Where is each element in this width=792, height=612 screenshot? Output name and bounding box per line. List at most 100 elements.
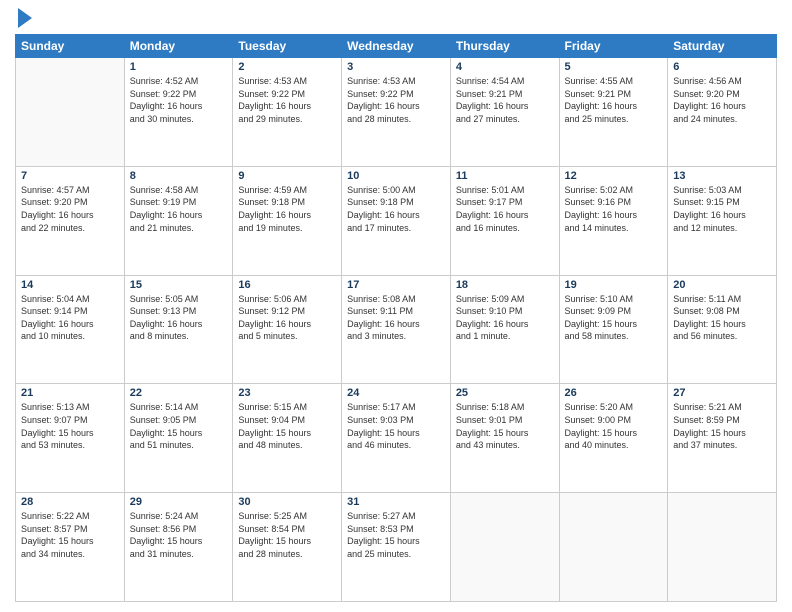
- day-info: Sunrise: 5:14 AM Sunset: 9:05 PM Dayligh…: [130, 401, 228, 451]
- calendar-cell: 12 Sunrise: 5:02 AM Sunset: 9:16 PM Dayli…: [559, 166, 668, 275]
- day-number: 24: [347, 387, 445, 399]
- calendar-cell: 30 Sunrise: 5:25 AM Sunset: 8:54 PM Dayli…: [233, 493, 342, 602]
- day-header: Tuesday: [233, 35, 342, 58]
- calendar-cell: 31Sunrise: 5:27 AM Sunset: 8:53 PM Dayli…: [342, 493, 451, 602]
- calendar-cell: [559, 493, 668, 602]
- day-info: Sunrise: 5:25 AM Sunset: 8:54 PM Dayligh…: [238, 510, 336, 560]
- calendar-table: SundayMondayTuesdayWednesdayThursdayFrid…: [15, 34, 777, 602]
- day-number: 7: [21, 170, 119, 182]
- day-header: Sunday: [16, 35, 125, 58]
- day-info: Sunrise: 4:57 AM Sunset: 9:20 PM Dayligh…: [21, 184, 119, 234]
- day-number: 16: [238, 279, 336, 291]
- day-header: Monday: [124, 35, 233, 58]
- day-number: 26: [565, 387, 663, 399]
- calendar-cell: 4 Sunrise: 4:54 AM Sunset: 9:21 PM Daylig…: [450, 58, 559, 167]
- day-info: Sunrise: 4:55 AM Sunset: 9:21 PM Dayligh…: [565, 75, 663, 125]
- calendar-cell: 9 Sunrise: 4:59 AM Sunset: 9:18 PM Daylig…: [233, 166, 342, 275]
- day-number: 8: [130, 170, 228, 182]
- calendar-cell: 3 Sunrise: 4:53 AM Sunset: 9:22 PM Daylig…: [342, 58, 451, 167]
- calendar-cell: 1 Sunrise: 4:52 AM Sunset: 9:22 PM Daylig…: [124, 58, 233, 167]
- day-number: 4: [456, 61, 554, 73]
- day-number: 17: [347, 279, 445, 291]
- day-number: 2: [238, 61, 336, 73]
- calendar-cell: 25Sunrise: 5:18 AM Sunset: 9:01 PM Dayli…: [450, 384, 559, 493]
- header-row: SundayMondayTuesdayWednesdayThursdayFrid…: [16, 35, 777, 58]
- day-info: Sunrise: 5:17 AM Sunset: 9:03 PM Dayligh…: [347, 401, 445, 451]
- page: SundayMondayTuesdayWednesdayThursdayFrid…: [0, 0, 792, 612]
- day-info: Sunrise: 5:06 AM Sunset: 9:12 PM Dayligh…: [238, 293, 336, 343]
- day-info: Sunrise: 5:02 AM Sunset: 9:16 PM Dayligh…: [565, 184, 663, 234]
- logo: [15, 10, 32, 28]
- day-number: 23: [238, 387, 336, 399]
- day-number: 1: [130, 61, 228, 73]
- day-number: 15: [130, 279, 228, 291]
- day-number: 18: [456, 279, 554, 291]
- calendar-cell: 23 Sunrise: 5:15 AM Sunset: 9:04 PM Dayli…: [233, 384, 342, 493]
- day-info: Sunrise: 5:21 AM Sunset: 8:59 PM Dayligh…: [673, 401, 771, 451]
- calendar-cell: [668, 493, 777, 602]
- day-number: 13: [673, 170, 771, 182]
- day-info: Sunrise: 5:13 AM Sunset: 9:07 PM Dayligh…: [21, 401, 119, 451]
- calendar-cell: [450, 493, 559, 602]
- day-number: 5: [565, 61, 663, 73]
- day-header: Wednesday: [342, 35, 451, 58]
- calendar-week-row: 21 Sunrise: 5:13 AM Sunset: 9:07 PM Dayli…: [16, 384, 777, 493]
- day-number: 29: [130, 496, 228, 508]
- calendar-cell: 14Sunrise: 5:04 AM Sunset: 9:14 PM Dayli…: [16, 275, 125, 384]
- calendar-cell: 27 Sunrise: 5:21 AM Sunset: 8:59 PM Dayli…: [668, 384, 777, 493]
- calendar-cell: 7 Sunrise: 4:57 AM Sunset: 9:20 PM Daylig…: [16, 166, 125, 275]
- day-info: Sunrise: 4:58 AM Sunset: 9:19 PM Dayligh…: [130, 184, 228, 234]
- calendar-cell: [16, 58, 125, 167]
- day-number: 21: [21, 387, 119, 399]
- day-info: Sunrise: 5:01 AM Sunset: 9:17 PM Dayligh…: [456, 184, 554, 234]
- day-info: Sunrise: 5:08 AM Sunset: 9:11 PM Dayligh…: [347, 293, 445, 343]
- day-info: Sunrise: 4:56 AM Sunset: 9:20 PM Dayligh…: [673, 75, 771, 125]
- day-number: 27: [673, 387, 771, 399]
- day-info: Sunrise: 4:59 AM Sunset: 9:18 PM Dayligh…: [238, 184, 336, 234]
- day-info: Sunrise: 4:52 AM Sunset: 9:22 PM Dayligh…: [130, 75, 228, 125]
- day-info: Sunrise: 5:22 AM Sunset: 8:57 PM Dayligh…: [21, 510, 119, 560]
- day-info: Sunrise: 5:20 AM Sunset: 9:00 PM Dayligh…: [565, 401, 663, 451]
- day-info: Sunrise: 5:05 AM Sunset: 9:13 PM Dayligh…: [130, 293, 228, 343]
- day-info: Sunrise: 5:27 AM Sunset: 8:53 PM Dayligh…: [347, 510, 445, 560]
- day-number: 28: [21, 496, 119, 508]
- day-info: Sunrise: 5:03 AM Sunset: 9:15 PM Dayligh…: [673, 184, 771, 234]
- calendar-cell: 28 Sunrise: 5:22 AM Sunset: 8:57 PM Dayli…: [16, 493, 125, 602]
- day-info: Sunrise: 4:54 AM Sunset: 9:21 PM Dayligh…: [456, 75, 554, 125]
- calendar-cell: 18Sunrise: 5:09 AM Sunset: 9:10 PM Dayli…: [450, 275, 559, 384]
- day-number: 22: [130, 387, 228, 399]
- calendar-cell: 29 Sunrise: 5:24 AM Sunset: 8:56 PM Dayli…: [124, 493, 233, 602]
- calendar-cell: 5 Sunrise: 4:55 AM Sunset: 9:21 PM Daylig…: [559, 58, 668, 167]
- calendar-cell: 17 Sunrise: 5:08 AM Sunset: 9:11 PM Dayli…: [342, 275, 451, 384]
- calendar-week-row: 7 Sunrise: 4:57 AM Sunset: 9:20 PM Daylig…: [16, 166, 777, 275]
- calendar-week-row: 28 Sunrise: 5:22 AM Sunset: 8:57 PM Dayli…: [16, 493, 777, 602]
- day-number: 30: [238, 496, 336, 508]
- day-number: 9: [238, 170, 336, 182]
- calendar-cell: 26 Sunrise: 5:20 AM Sunset: 9:00 PM Dayli…: [559, 384, 668, 493]
- day-info: Sunrise: 4:53 AM Sunset: 9:22 PM Dayligh…: [238, 75, 336, 125]
- day-info: Sunrise: 5:10 AM Sunset: 9:09 PM Dayligh…: [565, 293, 663, 343]
- day-info: Sunrise: 5:15 AM Sunset: 9:04 PM Dayligh…: [238, 401, 336, 451]
- calendar-cell: 10Sunrise: 5:00 AM Sunset: 9:18 PM Dayli…: [342, 166, 451, 275]
- calendar-cell: 21 Sunrise: 5:13 AM Sunset: 9:07 PM Dayli…: [16, 384, 125, 493]
- day-number: 12: [565, 170, 663, 182]
- day-info: Sunrise: 5:00 AM Sunset: 9:18 PM Dayligh…: [347, 184, 445, 234]
- day-info: Sunrise: 5:24 AM Sunset: 8:56 PM Dayligh…: [130, 510, 228, 560]
- logo-text: [15, 10, 32, 28]
- day-number: 3: [347, 61, 445, 73]
- calendar-cell: 20Sunrise: 5:11 AM Sunset: 9:08 PM Dayli…: [668, 275, 777, 384]
- calendar-cell: 11Sunrise: 5:01 AM Sunset: 9:17 PM Dayli…: [450, 166, 559, 275]
- calendar-cell: 24 Sunrise: 5:17 AM Sunset: 9:03 PM Dayli…: [342, 384, 451, 493]
- logo-arrow-icon: [18, 8, 32, 28]
- calendar-cell: 6 Sunrise: 4:56 AM Sunset: 9:20 PM Daylig…: [668, 58, 777, 167]
- day-info: Sunrise: 4:53 AM Sunset: 9:22 PM Dayligh…: [347, 75, 445, 125]
- calendar-week-row: 14Sunrise: 5:04 AM Sunset: 9:14 PM Dayli…: [16, 275, 777, 384]
- day-header: Thursday: [450, 35, 559, 58]
- calendar-cell: 2 Sunrise: 4:53 AM Sunset: 9:22 PM Daylig…: [233, 58, 342, 167]
- day-header: Saturday: [668, 35, 777, 58]
- day-number: 20: [673, 279, 771, 291]
- calendar-week-row: 1 Sunrise: 4:52 AM Sunset: 9:22 PM Daylig…: [16, 58, 777, 167]
- day-number: 19: [565, 279, 663, 291]
- day-number: 6: [673, 61, 771, 73]
- calendar-cell: 22 Sunrise: 5:14 AM Sunset: 9:05 PM Dayli…: [124, 384, 233, 493]
